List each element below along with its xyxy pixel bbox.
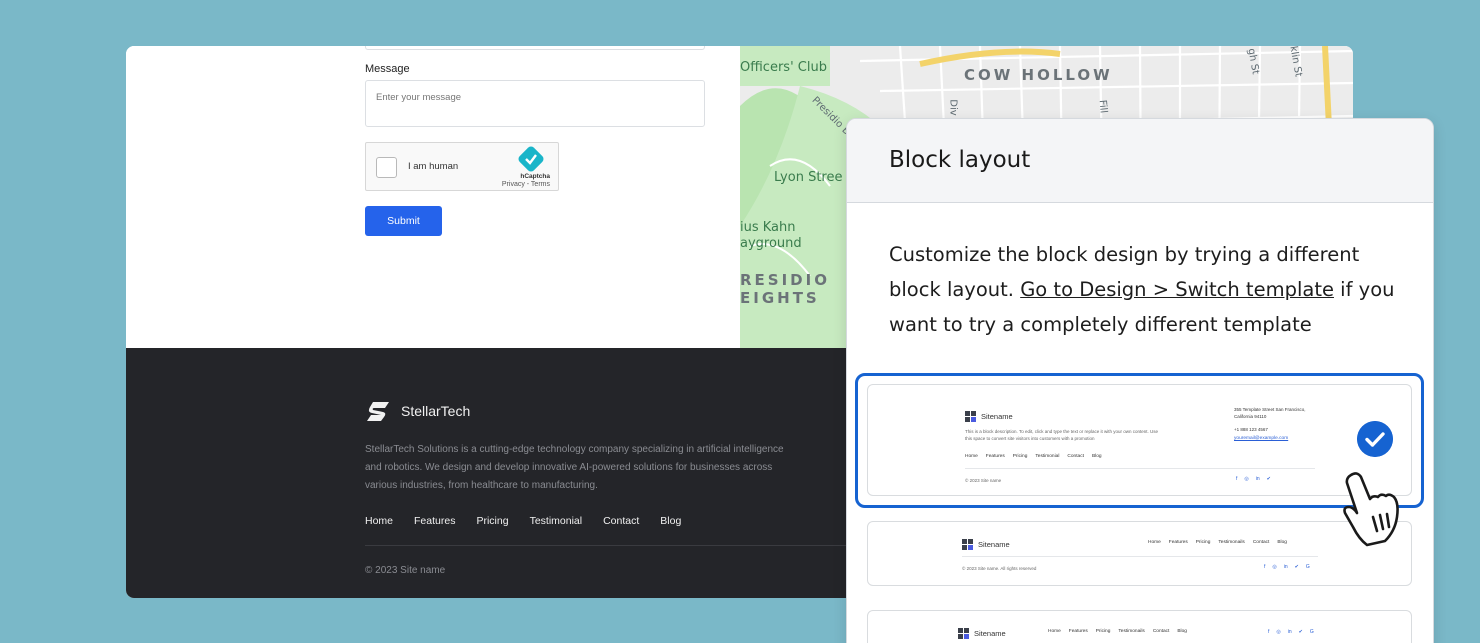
mini-address: 355 Template Street San Francisco, Calif… [1234, 407, 1306, 419]
twitter-icon: ✔ [1266, 476, 1271, 482]
mini-nav-item: Pricing [1095, 629, 1111, 634]
footer-brand-name: StellarTech [401, 403, 471, 419]
instagram-icon: ◎ [1276, 629, 1281, 635]
mini-social: f ◎ in ✔ G [1264, 564, 1310, 570]
submit-button[interactable]: Submit [365, 206, 442, 236]
footer-divider [365, 545, 925, 546]
mini-copyright: © 2023 Site name. All rights reserved [962, 566, 1037, 571]
mini-nav-item: Contact [1252, 540, 1270, 545]
mini-nav: Home Features Pricing Testimonails Conta… [1148, 540, 1287, 545]
mini-nav-item: Features [1168, 540, 1188, 545]
template-option-3[interactable]: Sitename Home Features Pricing Testimona… [867, 610, 1412, 643]
mini-logo-icon [958, 627, 970, 640]
mini-description: This is a block description. To edit, cl… [965, 429, 1159, 441]
mini-nav-item: Features [1068, 629, 1088, 634]
footer-nav-home[interactable]: Home [365, 515, 393, 527]
linkedin-icon: in [1287, 629, 1292, 635]
mini-nav-item: Home [1048, 629, 1061, 634]
footer-nav-features[interactable]: Features [414, 515, 455, 527]
mini-logo-icon [965, 410, 977, 423]
instagram-icon: ◎ [1272, 564, 1277, 570]
mini-sitename: Sitename [962, 536, 1010, 554]
footer-nav: Home Features Pricing Testimonial Contac… [365, 515, 681, 527]
footer-description: StellarTech Solutions is a cutting-edge … [365, 444, 784, 491]
map-label: EIGHTS [740, 289, 820, 307]
mini-social: f ◎ in ✔ [1236, 476, 1271, 482]
mini-phone: +1 888 123 4567 [1234, 427, 1268, 432]
linkedin-icon: in [1283, 564, 1288, 570]
captcha-links[interactable]: Privacy - Terms [502, 181, 550, 188]
mini-nav-item: Blog [1277, 540, 1287, 545]
map-label: Lyon Stree [774, 170, 843, 185]
captcha-checkbox[interactable] [376, 157, 397, 178]
panel-header: Block layout [847, 119, 1433, 203]
template-option-1[interactable]: Sitename This is a block description. To… [867, 384, 1412, 496]
captcha-widget[interactable]: I am human hCaptcha Privacy - Terms [365, 142, 559, 191]
mini-divider [962, 556, 1318, 557]
panel-title: Block layout [889, 147, 1031, 173]
mini-nav: Home Features Pricing Testimonial Contac… [965, 454, 1102, 459]
mini-nav-item: Contact [1067, 454, 1084, 459]
twitter-icon: ✔ [1298, 629, 1303, 635]
map-label: Officers' Club [740, 60, 827, 75]
mini-nav-item: Contact [1152, 629, 1170, 634]
mini-nav-item: Pricing [1012, 454, 1028, 459]
footer-nav-contact[interactable]: Contact [603, 515, 639, 527]
map-label: Div [947, 99, 959, 116]
map-label: ius Kahn [740, 220, 796, 235]
stellartech-logo-icon [367, 402, 389, 421]
contact-form: Message Enter your message I am human hC… [126, 46, 740, 348]
mini-logo-icon [962, 538, 974, 551]
selected-check-icon [1357, 421, 1393, 457]
mini-copyright: © 2023 Site name [965, 478, 1002, 483]
mini-nav-item: Home [1148, 540, 1161, 545]
footer-nav-pricing[interactable]: Pricing [476, 515, 508, 527]
mini-nav-item: Home [965, 454, 978, 459]
mini-nav: Home Features Pricing Testimonails Conta… [1048, 629, 1187, 634]
mini-nav-item: Pricing [1195, 540, 1211, 545]
mini-divider [965, 468, 1315, 469]
mini-email: youremail@example.com [1234, 436, 1289, 441]
mini-nav-item: Testimonial [1035, 454, 1060, 459]
map-label: COW HOLLOW [964, 66, 1113, 84]
twitter-icon: ✔ [1294, 564, 1299, 570]
mini-nav-item: Testimonails [1118, 629, 1145, 634]
footer-nav-testimonial[interactable]: Testimonial [530, 515, 583, 527]
footer-nav-blog[interactable]: Blog [660, 515, 681, 527]
facebook-icon: f [1236, 476, 1238, 482]
map-label: RESIDIO [740, 271, 830, 289]
email-field[interactable] [365, 46, 705, 50]
linkedin-icon: in [1255, 476, 1260, 482]
captcha-label: I am human [408, 161, 459, 172]
mini-nav-item: Blog [1177, 629, 1187, 634]
map-label: Fill [1096, 99, 1109, 114]
facebook-icon: f [1268, 629, 1270, 635]
hcaptcha-logo-icon [518, 146, 544, 172]
mini-nav-item: Testimonails [1218, 540, 1245, 545]
google-icon: G [1309, 629, 1314, 635]
facebook-icon: f [1264, 564, 1266, 570]
block-layout-panel: Block layout Customize the block design … [846, 118, 1434, 643]
switch-template-link[interactable]: Go to Design > Switch template [1020, 278, 1334, 301]
panel-description: Customize the block design by trying a d… [889, 237, 1404, 342]
captcha-brand: hCaptcha [520, 173, 550, 180]
map-label: ayground [740, 236, 802, 251]
mini-sitename: Sitename [965, 408, 1013, 426]
mini-nav-item: Features [985, 454, 1005, 459]
message-label: Message [365, 63, 410, 75]
message-input[interactable]: Enter your message [365, 80, 705, 127]
template-option-2[interactable]: Sitename Home Features Pricing Testimona… [867, 521, 1412, 586]
mini-nav-item: Blog [1091, 454, 1102, 459]
hand-pointer-icon [1343, 472, 1399, 547]
instagram-icon: ◎ [1244, 476, 1249, 482]
footer-copyright: © 2023 Site name [365, 565, 446, 576]
mini-social: f ◎ in ✔ G [1268, 629, 1314, 635]
google-icon: G [1305, 564, 1310, 570]
footer-brand[interactable]: StellarTech [365, 400, 470, 422]
mini-sitename: Sitename [958, 625, 1006, 643]
